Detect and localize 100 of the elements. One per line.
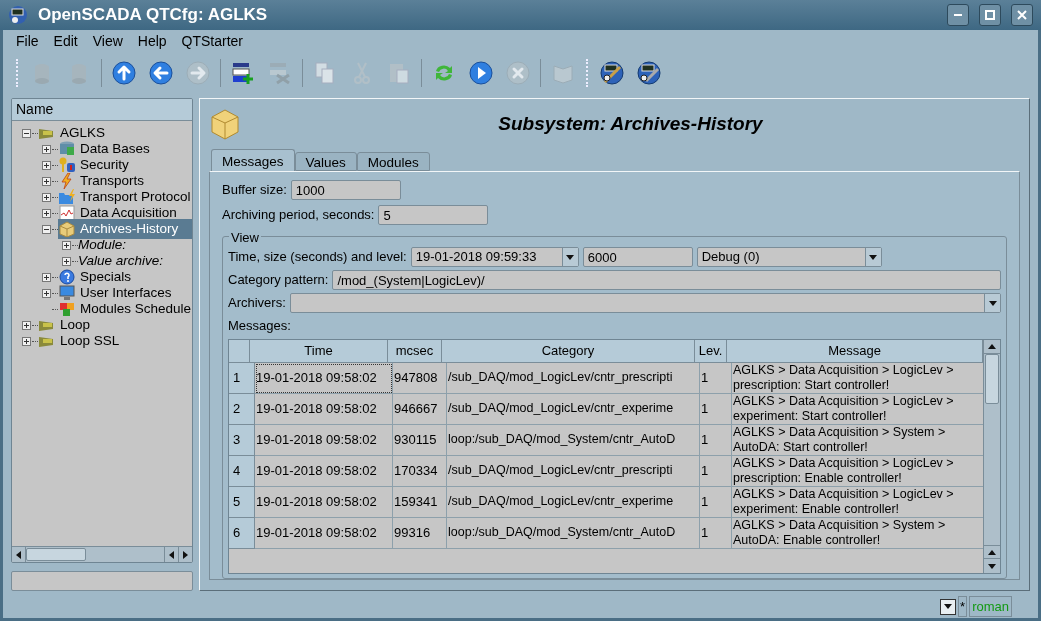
table-cell: 1 <box>700 486 732 518</box>
dropdown-arrow-button[interactable] <box>561 248 578 266</box>
page-title: Subsystem: Archives-History <box>497 111 764 136</box>
expand-toggle[interactable] <box>21 336 31 346</box>
category-pattern-field[interactable]: /mod_(System|LogicLev)/ <box>332 270 1001 290</box>
expand-toggle[interactable] <box>41 160 51 170</box>
table-cell: loop:/sub_DAQ/mod_System/cntr_AutoD <box>447 424 700 456</box>
table-cell: 946667 <box>393 393 447 425</box>
scrollbar-thumb[interactable] <box>985 353 999 404</box>
row-header[interactable]: 3 <box>229 424 255 456</box>
vertical-scrollbar[interactable] <box>983 339 1000 573</box>
table-cell: 170334 <box>393 455 447 487</box>
row-header[interactable]: 2 <box>229 393 255 425</box>
plus-icon <box>22 337 30 345</box>
tab[interactable]: Messages <box>211 149 295 171</box>
field-label: Messages: <box>228 317 291 335</box>
field-label: Category pattern: <box>228 271 329 290</box>
expand-toggle[interactable] <box>41 176 51 186</box>
left-arrow-icon <box>169 550 174 559</box>
time-combobox[interactable]: 19-01-2018 09:59:33 <box>410 247 579 267</box>
table-cell[interactable]: 19-01-2018 09:58:02 <box>255 362 393 394</box>
expand-toggle[interactable] <box>41 144 51 154</box>
table-cell[interactable]: 19-01-2018 09:58:02 <box>255 424 393 456</box>
field-label: Archiving period, seconds: <box>222 206 375 225</box>
caret-icon <box>869 254 878 260</box>
column-header[interactable]: Message <box>727 339 983 363</box>
column-header[interactable]: mcsec <box>388 339 442 363</box>
window-title: OpenSCADA QTCfg: AGLKS <box>38 4 269 27</box>
left-arrow-icon <box>16 550 21 559</box>
row-header[interactable]: 6 <box>229 517 255 549</box>
buffer-size-field[interactable]: 1000 <box>290 180 401 200</box>
level-combobox[interactable]: Debug (0) <box>696 247 882 267</box>
menu-item[interactable]: QTStarter <box>174 30 251 52</box>
expand-toggle[interactable] <box>61 240 71 250</box>
expand-toggle[interactable] <box>41 208 51 218</box>
tab[interactable]: Modules <box>356 152 430 171</box>
table-cell: 947808 <box>393 362 447 394</box>
caret-icon <box>566 254 575 260</box>
box-icon <box>209 108 241 140</box>
help-icon <box>58 269 76 285</box>
plus-icon <box>42 289 50 297</box>
database-icon <box>58 141 76 157</box>
cubes-icon <box>58 301 76 317</box>
menu-item[interactable]: Help <box>130 30 174 52</box>
field-label: Archivers: <box>228 294 286 313</box>
size-field[interactable]: 6000 <box>582 247 693 267</box>
column-header[interactable]: Lev. <box>695 339 727 363</box>
row-header[interactable]: 5 <box>229 486 255 518</box>
table-cell: 159341 <box>393 486 447 518</box>
table-cell: 930115 <box>393 424 447 456</box>
caret-icon <box>944 604 953 609</box>
up-arrow-icon <box>988 549 996 555</box>
expand-toggle[interactable] <box>61 256 71 266</box>
down-arrow-icon <box>988 563 996 569</box>
menu-item[interactable]: File <box>9 30 46 52</box>
toolbar-handle[interactable] <box>16 59 19 87</box>
expand-toggle[interactable] <box>21 320 31 330</box>
tree-item[interactable]: Archives-History <box>58 218 192 240</box>
expand-toggle[interactable] <box>41 272 51 282</box>
dropdown-button[interactable] <box>940 598 957 615</box>
plus-icon <box>62 257 70 265</box>
column-header[interactable]: Name <box>12 99 192 121</box>
table-cell: 1 <box>700 517 732 549</box>
close-button[interactable] <box>1011 4 1033 26</box>
plus-icon <box>42 161 50 169</box>
play-icon <box>468 60 494 86</box>
scrollbar-thumb[interactable] <box>26 548 86 561</box>
table-cell: /sub_DAQ/mod_LogicLev/cntr_prescripti <box>447 455 700 487</box>
up-arrow-icon <box>988 343 996 349</box>
maximize-icon <box>985 10 995 20</box>
tool-globe-icon <box>599 60 625 86</box>
table-cell[interactable]: 19-01-2018 09:58:02 <box>255 393 393 425</box>
maximize-button[interactable] <box>979 4 1001 26</box>
app-icon <box>8 5 28 25</box>
dropdown-arrow-button[interactable] <box>864 248 881 266</box>
expand-toggle[interactable] <box>41 288 51 298</box>
caret-icon <box>988 300 997 306</box>
column-header[interactable]: Category <box>442 339 695 363</box>
collapse-toggle[interactable] <box>41 224 51 234</box>
menu-item[interactable]: Edit <box>46 30 85 52</box>
row-header[interactable]: 1 <box>229 362 255 394</box>
toolbar-handle[interactable] <box>586 59 589 87</box>
expand-toggle[interactable] <box>41 192 51 202</box>
table-cell: 1 <box>700 424 732 456</box>
table-cell[interactable]: 19-01-2018 09:58:02 <box>255 455 393 487</box>
dropdown-arrow-button[interactable] <box>984 294 1000 312</box>
horizontal-scrollbar[interactable] <box>12 546 192 562</box>
column-header[interactable]: Time <box>250 339 388 363</box>
table-cell[interactable]: 19-01-2018 09:58:02 <box>255 486 393 518</box>
tab[interactable]: Values <box>294 152 357 171</box>
table-cell: 1 <box>700 455 732 487</box>
minimize-button[interactable] <box>947 4 969 26</box>
menu-item[interactable]: View <box>85 30 130 52</box>
box-icon <box>58 221 76 237</box>
row-header[interactable]: 4 <box>229 455 255 487</box>
table-cell[interactable]: 19-01-2018 09:58:02 <box>255 517 393 549</box>
archiving-period-field[interactable]: 5 <box>378 205 489 225</box>
keys-icon <box>58 157 76 173</box>
collapse-toggle[interactable] <box>21 128 31 138</box>
chart-icon <box>58 205 76 221</box>
